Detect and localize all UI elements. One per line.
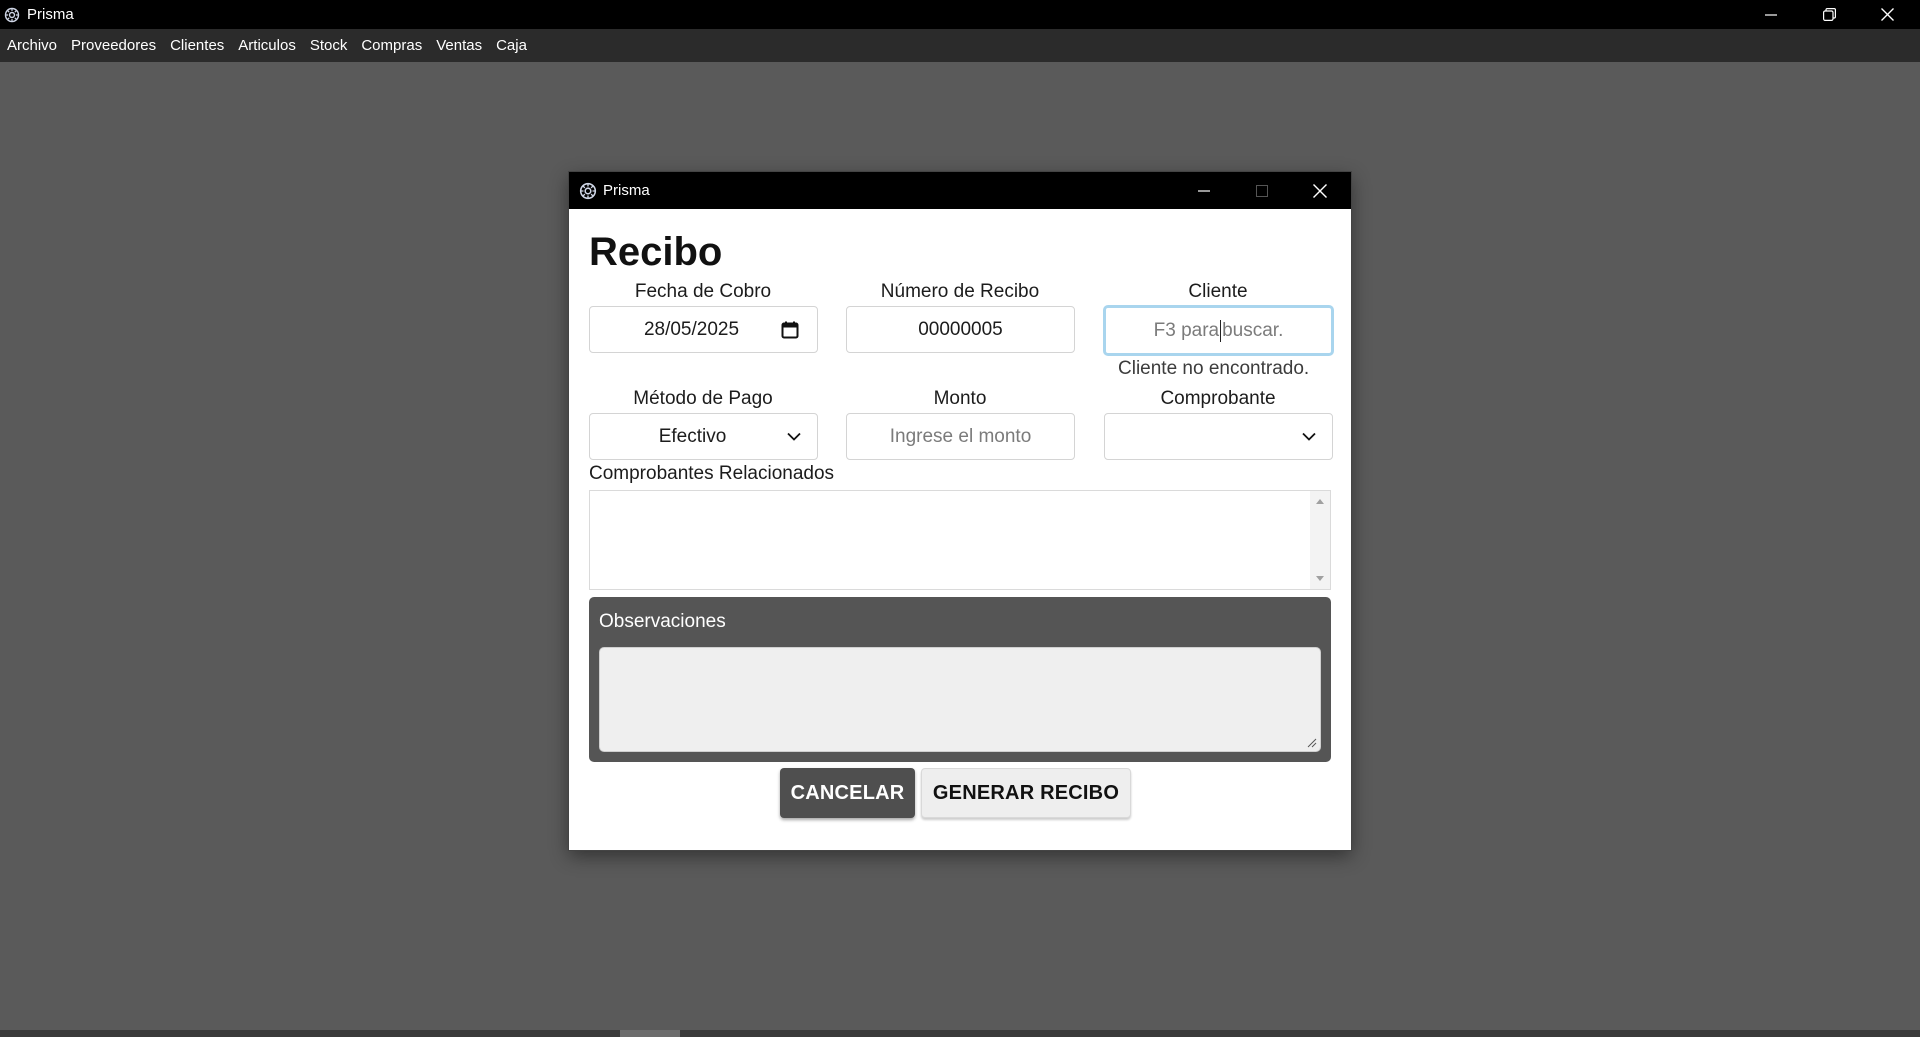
gear-icon	[4, 7, 20, 22]
dialog-maximize-button	[1233, 172, 1291, 209]
metodo-value: Efectivo	[658, 425, 727, 447]
bottom-scrollbar[interactable]	[0, 1030, 1920, 1037]
menu-compras[interactable]: Compras	[354, 29, 429, 62]
resize-grip-icon[interactable]	[1307, 738, 1317, 748]
app-title: Prisma	[27, 6, 74, 23]
generate-receipt-button[interactable]: GENERAR RECIBO	[921, 768, 1131, 818]
metodo-label: Método de Pago	[633, 388, 773, 409]
monto-input[interactable]: Ingrese el monto	[846, 413, 1075, 460]
menu-proveedores[interactable]: Proveedores	[64, 29, 163, 62]
fecha-value: 28/05/2025	[643, 318, 740, 340]
maximize-icon	[1256, 184, 1268, 197]
relacionados-listbox[interactable]	[589, 490, 1331, 590]
relacionados-label: Comprobantes Relacionados	[589, 463, 835, 484]
app-titlebar: Prisma	[0, 0, 1920, 29]
cliente-placeholder-end: buscar.	[1222, 319, 1284, 341]
calendar-icon[interactable]	[781, 321, 799, 339]
menu-stock[interactable]: Stock	[303, 29, 355, 62]
cliente-search-input[interactable]: F3 para buscar.	[1103, 305, 1334, 356]
restore-button[interactable]	[1800, 0, 1858, 29]
dialog-titlebar: Prisma	[569, 172, 1351, 209]
fecha-label: Fecha de Cobro	[634, 281, 772, 302]
observaciones-panel: Observaciones	[589, 597, 1331, 762]
close-icon	[1880, 8, 1894, 21]
scroll-up-icon[interactable]	[1316, 499, 1324, 504]
numero-value: 00000005	[918, 318, 1003, 340]
dialog-minimize-button[interactable]	[1175, 172, 1233, 209]
cliente-placeholder-start: F3 para	[1153, 319, 1220, 341]
menu-clientes[interactable]: Clientes	[163, 29, 231, 62]
bottom-scrollbar-thumb[interactable]	[620, 1030, 680, 1037]
menu-archivo[interactable]: Archivo	[0, 29, 64, 62]
recibo-dialog: Prisma Recibo Fecha de Cobro Número de R…	[569, 172, 1351, 850]
menu-ventas[interactable]: Ventas	[429, 29, 489, 62]
gear-icon	[579, 182, 597, 199]
menu-caja[interactable]: Caja	[489, 29, 534, 62]
numero-recibo-input[interactable]: 00000005	[846, 306, 1075, 353]
numero-label: Número de Recibo	[880, 281, 1040, 302]
comprobante-select[interactable]	[1104, 413, 1333, 460]
monto-label: Monto	[933, 388, 987, 409]
chevron-down-icon	[787, 432, 801, 441]
comprobante-label: Comprobante	[1160, 388, 1276, 409]
dialog-title: Prisma	[603, 182, 650, 199]
metodo-pago-select[interactable]: Efectivo	[589, 413, 818, 460]
monto-placeholder: Ingrese el monto	[889, 425, 1032, 447]
observaciones-textarea[interactable]	[599, 647, 1321, 752]
page-title: Recibo	[589, 230, 723, 274]
text-caret	[1220, 319, 1222, 342]
minimize-icon	[1765, 13, 1777, 16]
fecha-date-input[interactable]: 28/05/2025	[589, 306, 818, 353]
minimize-button[interactable]	[1742, 0, 1800, 29]
observaciones-label: Observaciones	[599, 611, 726, 632]
minimize-icon	[1198, 189, 1210, 192]
scroll-down-icon[interactable]	[1316, 576, 1324, 581]
restore-icon	[1822, 8, 1836, 21]
cancel-button[interactable]: CANCELAR	[780, 768, 915, 818]
relacionados-scrollbar[interactable]	[1310, 491, 1330, 589]
dialog-close-button[interactable]	[1291, 172, 1349, 209]
menu-articulos[interactable]: Articulos	[231, 29, 303, 62]
close-button[interactable]	[1858, 0, 1916, 29]
chevron-down-icon	[1302, 432, 1316, 441]
cliente-error-message: Cliente no encontrado.	[1118, 358, 1310, 379]
close-icon	[1313, 183, 1327, 198]
menu-bar: Archivo Proveedores Clientes Articulos S…	[0, 29, 1920, 62]
cliente-label: Cliente	[1188, 281, 1248, 302]
